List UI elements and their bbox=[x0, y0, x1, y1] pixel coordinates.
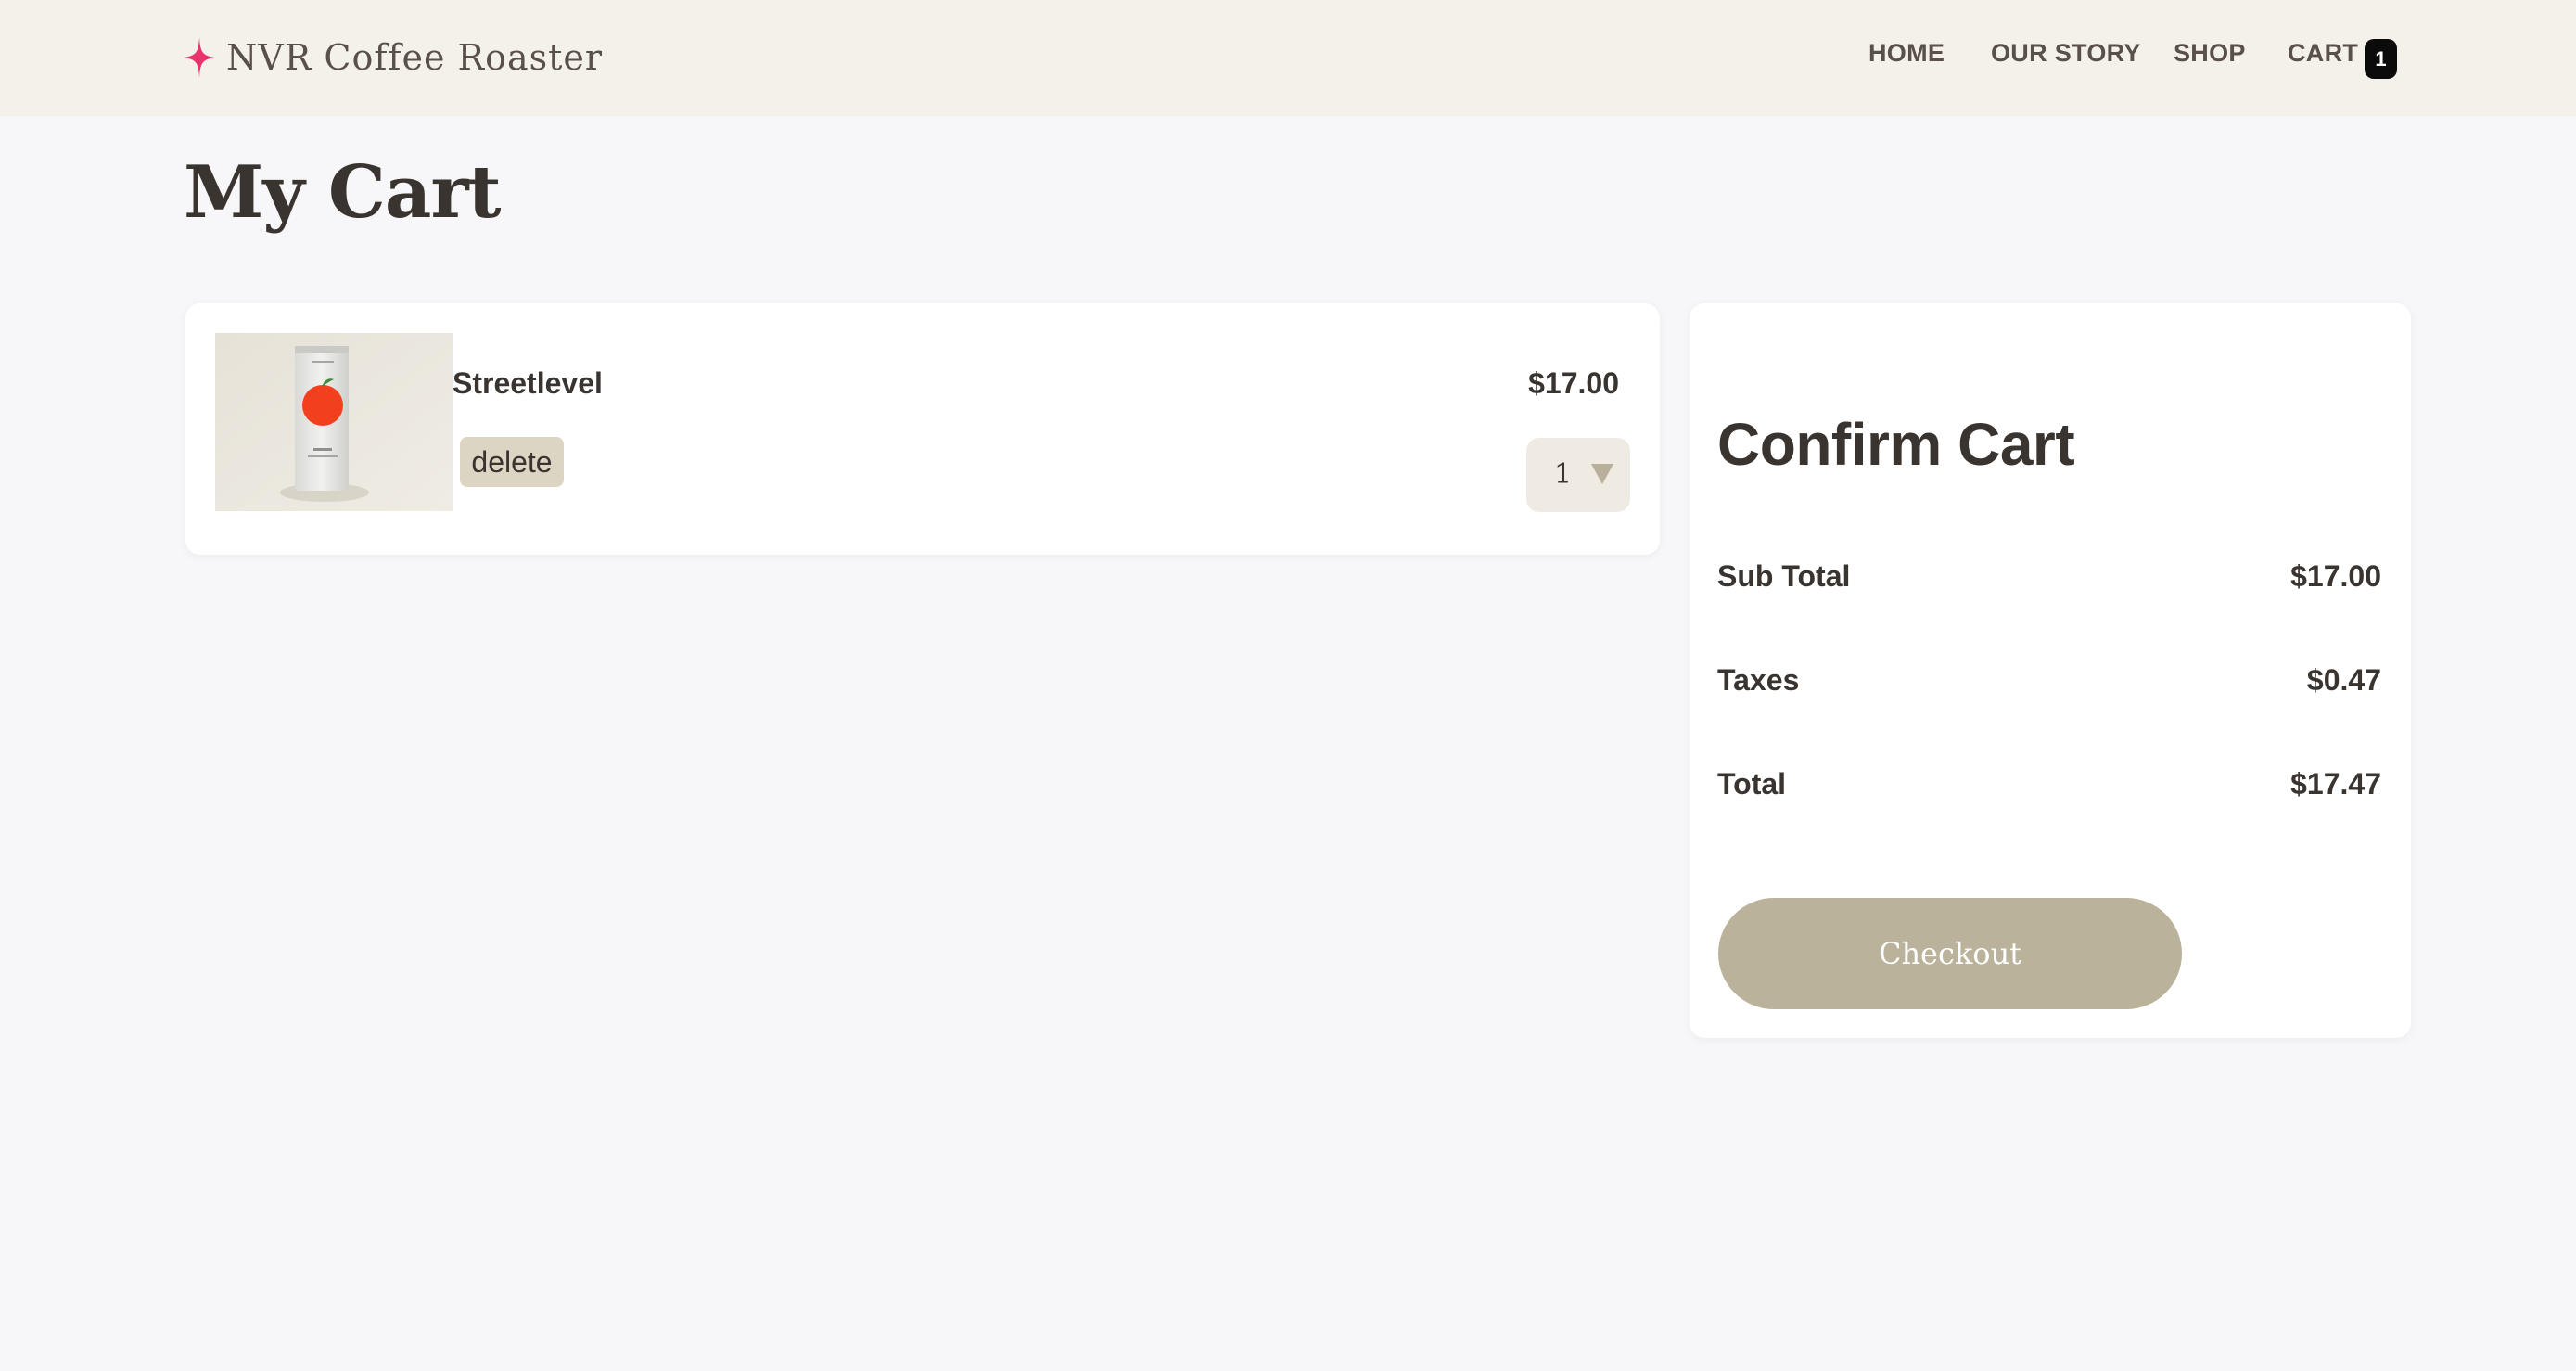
product-name[interactable]: Streetlevel bbox=[453, 366, 603, 401]
nav-shop-link[interactable]: SHOP bbox=[2174, 39, 2246, 68]
taxes-value: $0.47 bbox=[2306, 663, 2381, 697]
checkout-button[interactable]: Checkout bbox=[1718, 898, 2182, 1009]
main-nav: HOME OUR STORY SHOP CART 1 bbox=[0, 0, 2576, 116]
product-image[interactable] bbox=[215, 333, 453, 511]
chevron-down-icon bbox=[1591, 464, 1613, 484]
cart-count-badge[interactable]: 1 bbox=[2365, 39, 2397, 79]
subtotal-label: Sub Total bbox=[1717, 559, 1851, 593]
subtotal-row: Sub Total $17.00 bbox=[1717, 559, 2381, 600]
page-title: My Cart bbox=[184, 150, 502, 235]
total-row: Total $17.47 bbox=[1717, 767, 2381, 808]
nav-our-story-link[interactable]: OUR STORY bbox=[1991, 39, 2141, 68]
subtotal-value: $17.00 bbox=[2290, 559, 2381, 593]
quantity-value: 1 bbox=[1554, 458, 1573, 491]
cart-item-card: Streetlevel delete $17.00 1 bbox=[185, 303, 1660, 555]
total-label: Total bbox=[1717, 767, 1787, 801]
taxes-label: Taxes bbox=[1717, 663, 1800, 697]
taxes-row: Taxes $0.47 bbox=[1717, 663, 2381, 704]
nav-cart-link[interactable]: CART bbox=[2288, 39, 2358, 68]
order-summary-card: Confirm Cart Sub Total $17.00 Taxes $0.4… bbox=[1690, 303, 2411, 1038]
site-header: NVR Coffee Roaster HOME OUR STORY SHOP C… bbox=[0, 0, 2576, 116]
item-price: $17.00 bbox=[1528, 366, 1619, 400]
delete-item-button[interactable]: delete bbox=[460, 437, 564, 487]
summary-title: Confirm Cart bbox=[1717, 411, 2075, 478]
quantity-select[interactable]: 1 bbox=[1526, 438, 1630, 512]
nav-home-link[interactable]: HOME bbox=[1868, 39, 1945, 68]
total-value: $17.47 bbox=[2290, 767, 2381, 801]
